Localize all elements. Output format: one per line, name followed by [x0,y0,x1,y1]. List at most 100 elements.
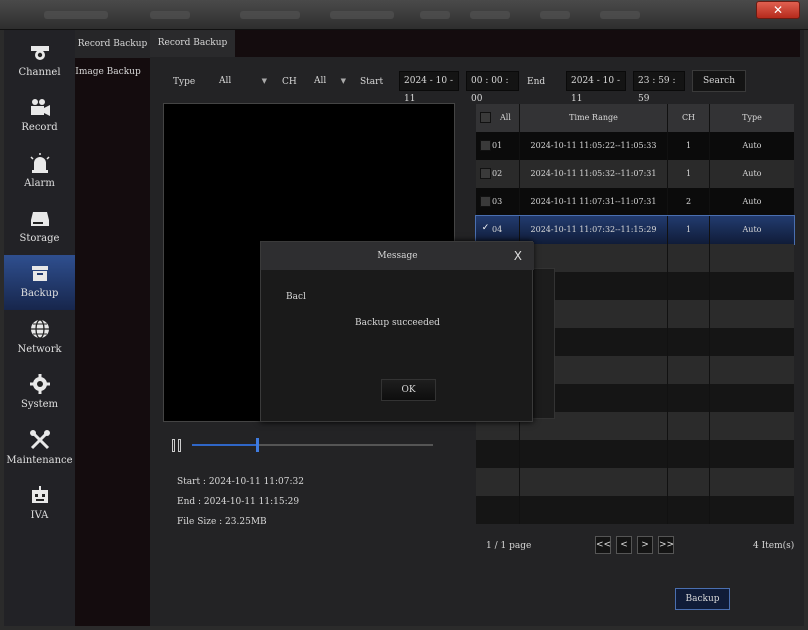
table-header: All Time Range CH Type [476,104,794,132]
video-camera-icon [31,99,50,116]
tools-icon [30,430,50,450]
tab-record-backup[interactable]: Record Backup [150,30,235,57]
end-time-field[interactable]: 23 : 59 : 59 [633,71,685,104]
dialog-behind-label: Bacl [286,292,306,302]
table-row-empty [476,440,794,468]
sidebar-item-alarm[interactable]: Alarm [4,145,75,200]
table-row-empty [476,496,794,524]
ch-select-value: All [314,76,327,86]
title-blur-segment [330,11,394,19]
sidebar-item-maintenance[interactable]: Maintenance [4,422,75,477]
subnav-item-record-backup[interactable]: Record Backup [75,30,150,58]
title-blur-segment [420,11,450,19]
row-time-range: 2024-10-11 11:07:32--11:15:29 [520,216,668,244]
row-type: Auto [742,197,762,206]
playback-slider-thumb[interactable] [256,438,259,452]
start-date-field[interactable]: 2024 - 10 - 11 [399,71,459,104]
sidebar-item-backup[interactable]: Backup [4,255,75,310]
ch-select[interactable]: All ▼ [309,71,351,91]
next-page-button[interactable]: > [637,536,653,554]
end-label: End [527,77,546,87]
prev-page-button[interactable]: < [616,536,632,554]
sidebar-item-storage[interactable]: Storage [4,200,75,255]
search-button[interactable]: Search [692,70,746,92]
type-label: Type [173,77,196,87]
alarm-light-icon [30,153,50,173]
message-dialog: Message X Bacl Backup succeeded OK [260,241,534,422]
pause-icon[interactable] [172,439,182,452]
title-blur-segment [470,11,510,19]
camera-icon [31,46,49,60]
table-row[interactable]: 03 2024-10-11 11:07:31--11:07:31 2 Auto [476,188,794,216]
header-ch: CH [668,104,710,132]
gear-icon [30,374,50,394]
sidebar-item-label: Storage [19,233,60,244]
table-row-empty [476,468,794,496]
header-time-range: Time Range [520,104,668,132]
sidebar-item-record[interactable]: Record [4,89,75,144]
ch-label: CH [282,77,297,87]
clip-file-size: File Size : 23.25MB [177,517,267,527]
subnav [75,30,150,626]
page-indicator: 1 / 1 page [486,541,532,551]
row-number: 04 [476,216,520,244]
row-ch: 1 [668,132,710,160]
sidebar-item-label: Maintenance [6,455,73,466]
table-row-selected[interactable]: ✓ 04 2024-10-11 11:07:32--11:15:29 1 Aut… [475,215,795,245]
item-count: 4 Item(s) [753,541,795,551]
start-time-field[interactable]: 00 : 00 : 00 [466,71,519,104]
sidebar-item-iva[interactable]: IVA [4,477,75,532]
window-titlebar: ✕ [0,0,808,30]
globe-icon [31,319,49,339]
row-time-range: 2024-10-11 11:05:32--11:07:31 [520,160,668,188]
robot-icon [32,486,48,503]
sidebar-item-label: Channel [18,67,61,78]
row-number: 02 [476,160,520,188]
type-select[interactable]: All ▼ [214,71,272,91]
first-page-button[interactable]: << [595,536,611,554]
row-time-range: 2024-10-11 11:05:22--11:05:33 [520,132,668,160]
type-select-value: All [219,76,232,86]
row-type: Auto [742,169,762,178]
title-blur-segment [44,11,108,19]
title-blur-segment [240,11,300,19]
dialog-title: Message [261,242,534,270]
sidebar-item-label: System [20,399,59,410]
row-number: 03 [476,188,520,216]
playback-slider-fill [192,444,257,446]
row-type: Auto [742,141,762,150]
tab-bar [150,30,800,57]
dialog-close-icon[interactable]: X [514,242,522,270]
clip-start-info: Start : 2024-10-11 11:07:32 [177,477,304,487]
sidebar-item-channel[interactable]: Channel [4,34,75,89]
title-blur-segment [150,11,190,19]
row-time-range: 2024-10-11 11:07:31--11:07:31 [520,188,668,216]
sidebar-item-label: Alarm [24,178,55,189]
chevron-down-icon: ▼ [261,77,267,85]
subnav-item-image-backup[interactable]: Image Backup [75,58,141,86]
chevron-down-icon: ▼ [340,77,346,85]
dialog-ok-button[interactable]: OK [381,379,436,401]
sidebar-item-label: Record [21,122,58,133]
sidebar-item-label: Backup [20,288,59,299]
end-date-field[interactable]: 2024 - 10 - 11 [566,71,626,104]
start-label: Start [360,77,384,87]
row-ch: 2 [668,188,710,216]
row-ch: 1 [668,160,710,188]
sidebar-item-label: Network [17,344,62,355]
sidebar-item-system[interactable]: System [4,366,75,421]
title-blur-segment [600,11,640,19]
window-close-button[interactable]: ✕ [756,1,800,19]
backup-box-icon [32,266,48,281]
row-ch: 1 [668,216,710,244]
clip-end-info: End : 2024-10-11 11:15:29 [177,497,300,507]
row-type: Auto [742,225,762,234]
table-row[interactable]: 01 2024-10-11 11:05:22--11:05:33 1 Auto [476,132,794,160]
row-number: 01 [476,132,520,160]
sidebar-item-label: IVA [30,510,49,521]
hard-drive-icon [31,212,49,226]
table-row[interactable]: 02 2024-10-11 11:05:32--11:07:31 1 Auto [476,160,794,188]
backup-button[interactable]: Backup [675,588,730,610]
sidebar-item-network[interactable]: Network [4,311,75,366]
last-page-button[interactable]: >> [658,536,674,554]
